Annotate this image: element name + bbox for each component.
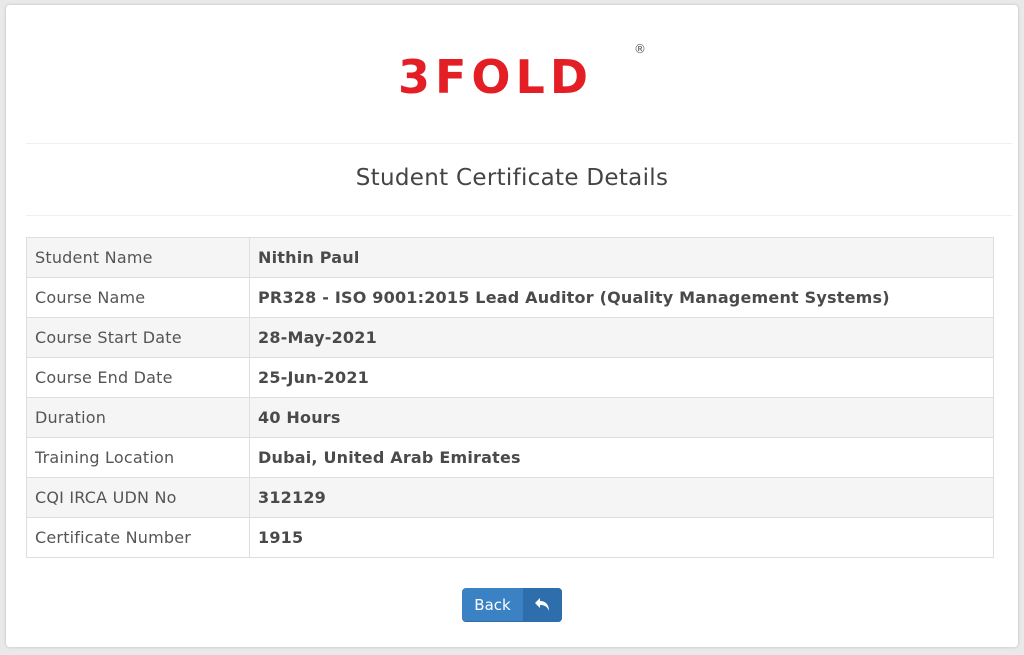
back-button[interactable]: Back <box>462 588 562 622</box>
row-label: CQI IRCA UDN No <box>26 477 250 518</box>
title-divider <box>26 215 1012 216</box>
row-label: Course Name <box>26 277 250 318</box>
row-label: Certificate Number <box>26 517 250 558</box>
table-row: Student Name Nithin Paul <box>26 237 994 278</box>
row-label: Student Name <box>26 237 250 278</box>
table-row: Course Start Date 28-May-2021 <box>26 317 994 358</box>
header-divider <box>26 143 1012 144</box>
row-value: Nithin Paul <box>249 237 994 278</box>
row-value: 40 Hours <box>249 397 994 438</box>
row-label: Duration <box>26 397 250 438</box>
row-value: 25-Jun-2021 <box>249 357 994 398</box>
row-value: 1915 <box>249 517 994 558</box>
page-title: Student Certificate Details <box>355 165 669 191</box>
row-value: 312129 <box>249 477 994 518</box>
table-row: Training Location Dubai, United Arab Emi… <box>26 437 994 478</box>
row-label: Course Start Date <box>26 317 250 358</box>
registered-mark: ® <box>634 42 646 56</box>
table-row: Duration 40 Hours <box>26 397 994 438</box>
table-row: Certificate Number 1915 <box>26 517 994 558</box>
certificate-card: 3FOLD ® Student Certificate Details Stud… <box>6 5 1018 647</box>
brand-logo: 3FOLD ® <box>398 42 646 104</box>
table-row: Course Name PR328 - ISO 9001:2015 Lead A… <box>26 277 994 318</box>
row-label: Training Location <box>26 437 250 478</box>
row-label: Course End Date <box>26 357 250 398</box>
table-row: Course End Date 25-Jun-2021 <box>26 357 994 398</box>
row-value: 28-May-2021 <box>249 317 994 358</box>
table-row: CQI IRCA UDN No 312129 <box>26 477 994 518</box>
back-button-label: Back <box>474 596 511 614</box>
reply-arrow-icon <box>523 588 562 622</box>
certificate-details-table: Student Name Nithin Paul Course Name PR3… <box>26 237 994 558</box>
brand-logo-text: 3FOLD <box>398 50 593 104</box>
row-value: PR328 - ISO 9001:2015 Lead Auditor (Qual… <box>249 277 994 318</box>
logo-header: 3FOLD ® <box>6 5 1018 143</box>
row-value: Dubai, United Arab Emirates <box>249 437 994 478</box>
